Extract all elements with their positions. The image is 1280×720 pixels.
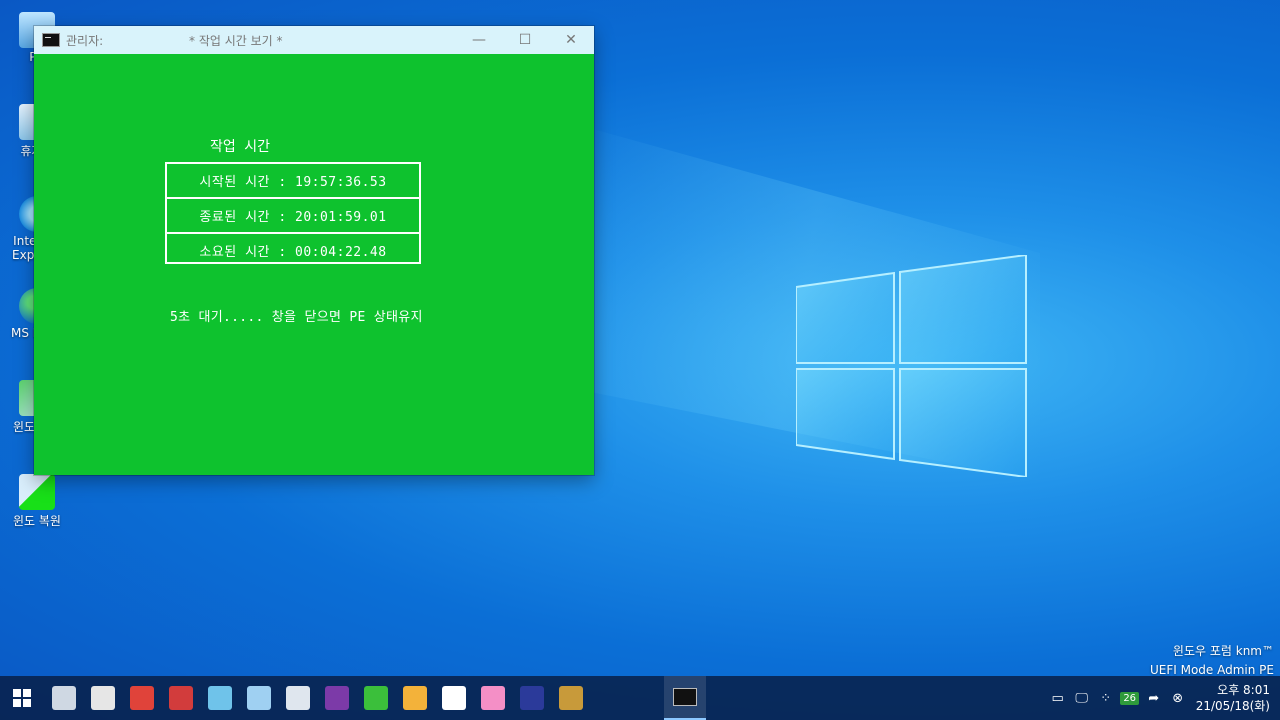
taskbar-button[interactable] [473,676,512,720]
taskbar-button[interactable] [200,676,239,720]
taskbar-button[interactable] [122,676,161,720]
memory-card-icon [558,686,583,710]
desktop-icon-label: 윈도 복원 [13,514,61,528]
taskbar-button[interactable] [278,676,317,720]
window-title: * 작업 시간 보기 * [189,33,283,48]
phone-icon [519,686,544,710]
tools-icon [285,686,310,710]
end-time-row: 종료된 시간 : 20:01:59.01 [167,197,419,232]
tray-badge: 26 [1120,691,1140,705]
media-player-icon [324,686,349,710]
taskbar-button[interactable] [356,676,395,720]
windows-start-icon [13,689,31,707]
wait-message: 5초 대기..... 창을 닫으면 PE 상태유지 [170,310,423,325]
taskbar-button[interactable] [44,676,83,720]
taskbar-button[interactable] [395,676,434,720]
minimize-button[interactable]: — [456,26,502,54]
system-tray: ▭ 🖵 ⁘ 26 ➦ ⊗ 오후 8:01 21/05/18(화) [1046,676,1280,720]
security-shield-icon [441,686,466,710]
start-time-row: 시작된 시간 : 19:57:36.53 [199,175,387,190]
taskbar-button[interactable] [434,676,473,720]
windows-store-icon [480,686,505,710]
window-title-prefix: 관리자: [66,33,104,48]
keyboard-icon[interactable]: ▭ [1046,676,1070,720]
taskbar-button[interactable] [83,676,122,720]
clock-date: 21/05/18(화) [1195,699,1270,713]
restore-icon [19,474,55,510]
power-off-icon[interactable]: ⊗ [1166,676,1190,720]
watermark-line-1: 윈도우 포럼 knm™ [1172,644,1274,658]
pinned-apps [44,676,590,720]
close-icon: ✕ [565,32,577,48]
clock-time: 오후 8:01 [1217,683,1270,697]
remote-desktop-icon [246,686,271,710]
taskbar-button[interactable] [239,676,278,720]
console-output: 작업 시간 시작된 시간 : 19:57:36.53 종료된 시간 : 20:0… [34,54,594,475]
console-app-icon [42,33,60,47]
work-time-table: 시작된 시간 : 19:57:36.53 종료된 시간 : 20:01:59.0… [165,162,421,264]
system-info-icon [51,686,76,710]
taskbar-console-button[interactable] [664,676,706,720]
maximize-button[interactable]: ☐ [502,26,548,54]
desktop-icon-windows-restore[interactable]: 윈도 복원 [6,474,68,529]
wallpaper-windows-logo [796,255,1027,477]
window-titlebar[interactable]: 관리자: * 작업 시간 보기 * — ☐ ✕ [34,26,594,54]
disk-tool-icon [90,686,115,710]
sound-icon[interactable]: ⁘ [1094,676,1118,720]
sync-icon [363,686,388,710]
taskbar-clock[interactable]: 오후 8:01 21/05/18(화) [1190,682,1280,714]
badge-icon[interactable]: 26 [1118,676,1142,720]
minimize-icon: — [472,32,486,48]
taskbar-button[interactable] [512,676,551,720]
network-share-icon [402,686,427,710]
taskbar-button[interactable] [551,676,590,720]
partition-icon [129,686,154,710]
share-arrow-icon[interactable]: ➦ [1142,676,1166,720]
network-icon[interactable]: 🖵 [1070,676,1094,720]
start-button[interactable] [0,676,44,720]
taskbar-button[interactable] [161,676,200,720]
file-explorer-icon [207,686,232,710]
taskbar: ▭ 🖵 ⁘ 26 ➦ ⊗ 오후 8:01 21/05/18(화) [0,676,1280,720]
close-button[interactable]: ✕ [548,26,594,54]
elapsed-time-row: 소요된 시간 : 00:04:22.48 [167,232,419,267]
taskbar-button[interactable] [317,676,356,720]
console-window[interactable]: 관리자: * 작업 시간 보기 * — ☐ ✕ 작업 시간 시작된 시간 : 1… [34,26,594,475]
desktop-watermark: 윈도우 포럼 knm™ UEFI Mode Admin PE [1150,642,1274,680]
console-app-icon [673,688,697,706]
backup-drive-icon [168,686,193,710]
work-time-heading: 작업 시간 [210,139,270,155]
maximize-icon: ☐ [518,32,532,48]
